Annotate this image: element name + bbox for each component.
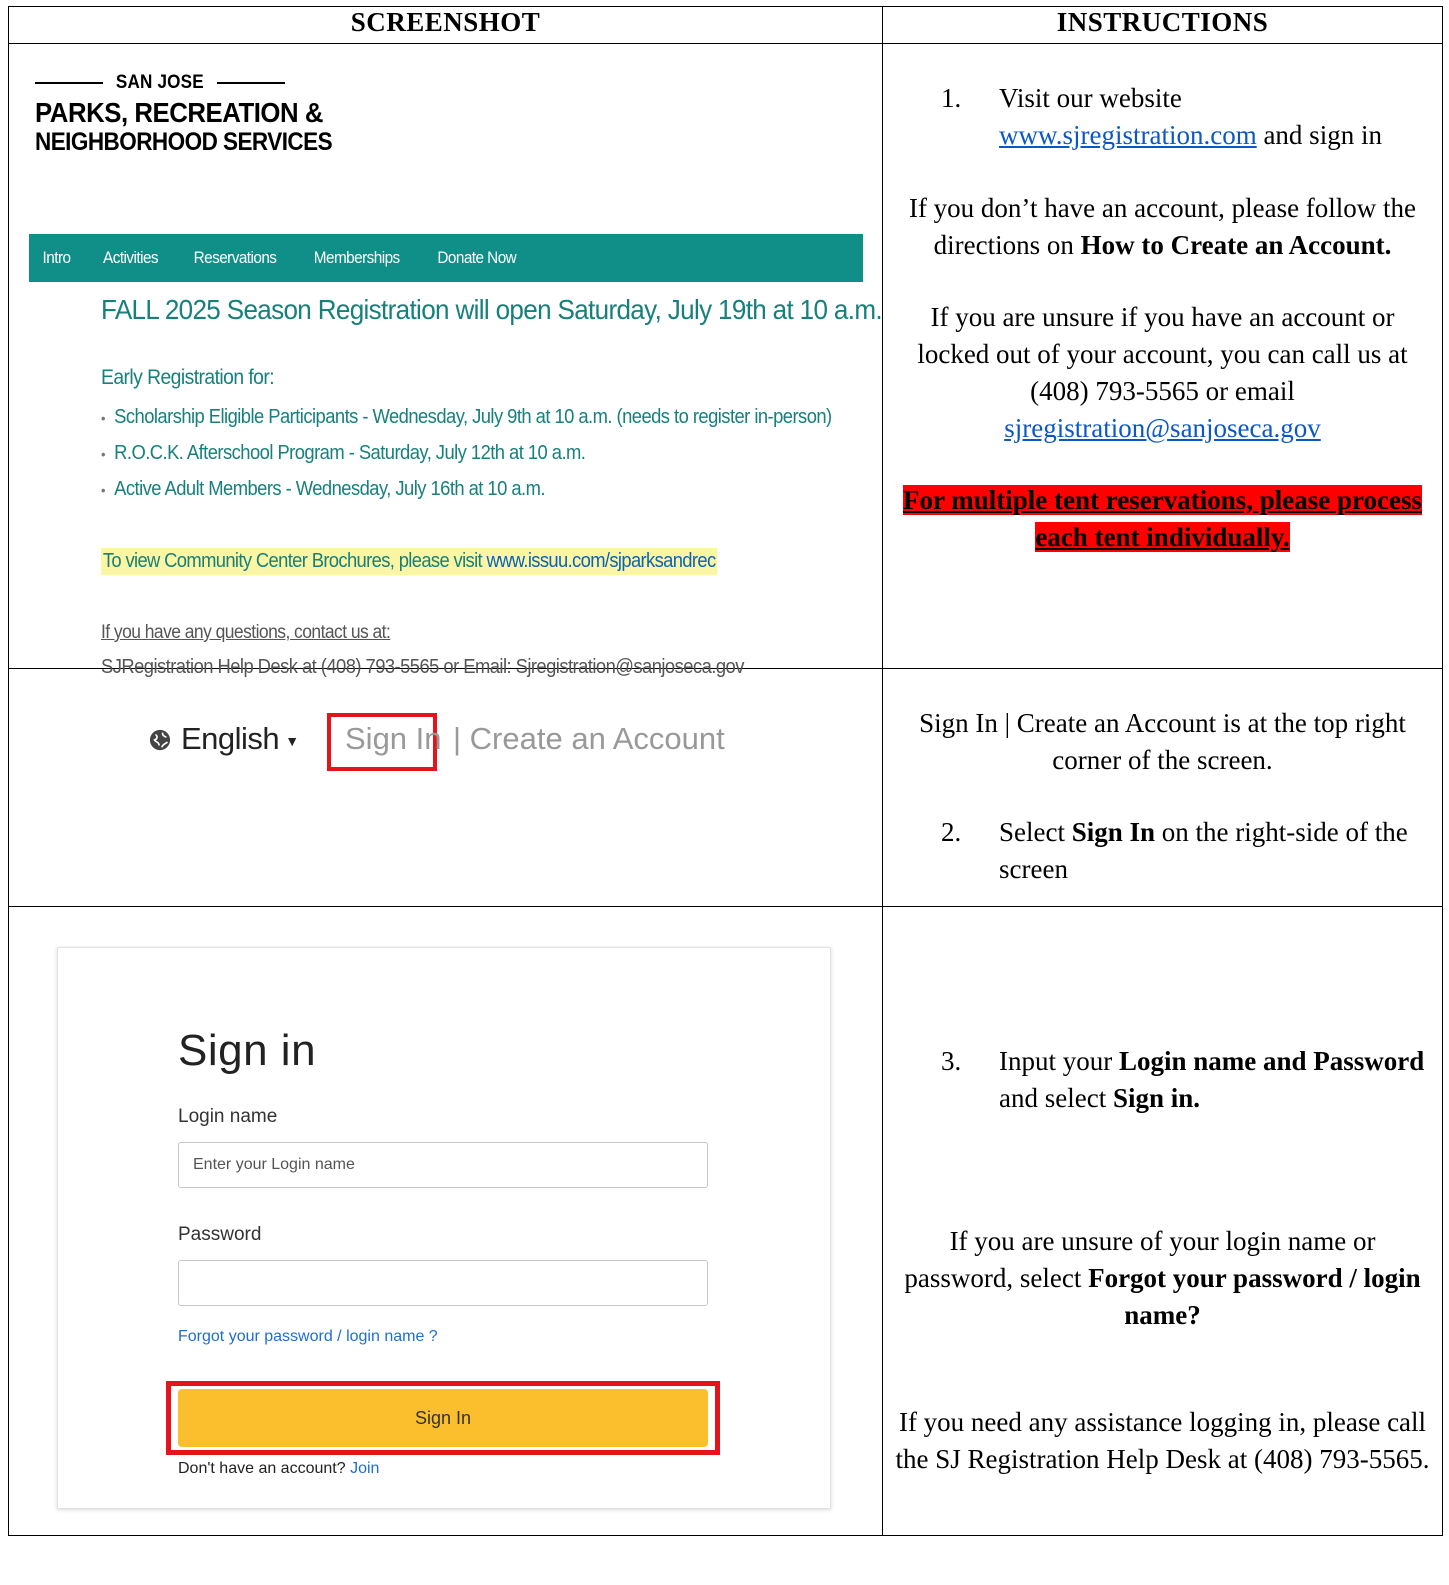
nav-intro[interactable]: Intro [43,248,71,268]
nav-memberships[interactable]: Memberships [314,248,400,268]
signin-card: Sign in Login name Enter your Login name… [57,947,831,1509]
step-1: 1. Visit our website www.sjregistration.… [941,83,1382,150]
brand-city: SAN JOSE [115,72,204,93]
screenshot-cell-2: English ▼ Sign In | Create an Account [8,668,883,907]
screenshot-cell-3: Sign in Login name Enter your Login name… [8,906,883,1536]
header-links-screenshot: English ▼ Sign In | Create an Account [9,669,882,906]
login-name-input[interactable]: Enter your Login name [178,1142,708,1188]
unsure-text: If you are unsure if you have an account… [917,302,1408,443]
issuu-link[interactable]: www.issuu.com/sjparksandrec [486,550,716,572]
season-announcement: FALL 2025 Season Registration will open … [101,294,883,325]
screenshot-cell-1: SAN JOSE PARKS, RECREATION & NEIGHBORHOO… [8,43,883,678]
list-item: • Scholarship Eligible Participants - Wed… [101,406,832,428]
create-account-link[interactable]: | Create an Account [453,721,725,757]
forgot-instruction-text: If you are unsure of your login name or … [904,1226,1421,1330]
questions-text: If you have any questions, contact us at… [101,622,391,643]
website-screenshot: SAN JOSE PARKS, RECREATION & NEIGHBORHOO… [9,44,883,678]
nav-activities[interactable]: Activities [103,248,159,268]
early-registration-list: • Scholarship Eligible Participants - Wed… [101,404,895,512]
brand-line2: PARKS, RECREATION & [35,97,324,128]
site-nav-bar: Intro Activities Reservations Membership… [29,234,863,282]
signin-button[interactable]: Sign In [178,1389,708,1447]
nav-reservations[interactable]: Reservations [194,248,277,268]
step-3: 3. Input your Login name and Password an… [941,1046,1425,1113]
instruction-cell-3: 3. Input your Login name and Password an… [882,906,1443,1536]
early-registration-heading: Early Registration for: [101,366,275,389]
globe-icon [149,729,171,751]
password-input[interactable] [178,1260,708,1306]
assistance-text: If you need any assistance logging in, p… [895,1407,1430,1474]
language-selector[interactable]: English ▼ [181,721,299,757]
brand-line3: NEIGHBORHOOD SERVICES [35,128,333,156]
no-account-text: If you don’t have an account, please fol… [908,193,1417,260]
password-label: Password [178,1224,262,1245]
header-screenshot: SCREENSHOT [8,6,883,44]
signin-title: Sign in [178,1026,317,1075]
header-instructions: INSTRUCTIONS [882,6,1443,44]
signin-location-text: Sign In | Create an Account is at the to… [919,708,1406,775]
no-account-text: Don't have an account? Join [178,1460,380,1477]
list-item: • Active Adult Members - Wednesday, July … [101,478,545,500]
brand-logo: SAN JOSE PARKS, RECREATION & NEIGHBORHOO… [35,72,333,156]
email-link[interactable]: sjregistration@sanjoseca.gov [1004,413,1321,443]
login-name-label: Login name [178,1106,278,1127]
signin-link[interactable]: Sign In [345,721,442,757]
brochure-notice: To view Community Center Brochures, plea… [101,548,718,575]
signin-form-screenshot: Sign in Login name Enter your Login name… [9,907,882,1535]
step-2: 2. Select Sign In on the right-side of t… [941,817,1408,884]
website-link[interactable]: www.sjregistration.com [999,120,1257,150]
nav-donate[interactable]: Donate Now [437,248,516,268]
tent-warning: For multiple tent reservations, please p… [903,485,1422,552]
join-link[interactable]: Join [350,1460,379,1477]
instruction-cell-1: 1. Visit our website www.sjregistration.… [882,43,1443,669]
instruction-table: SCREENSHOT INSTRUCTIONS SAN JOSE PARKS, … [8,6,1443,1536]
caret-down-icon: ▼ [285,732,299,749]
forgot-password-link[interactable]: Forgot your password / login name ? [178,1328,438,1346]
instruction-cell-2: Sign In | Create an Account is at the to… [882,668,1443,907]
list-item: • R.O.C.K. Afterschool Program - Saturday… [101,442,586,464]
